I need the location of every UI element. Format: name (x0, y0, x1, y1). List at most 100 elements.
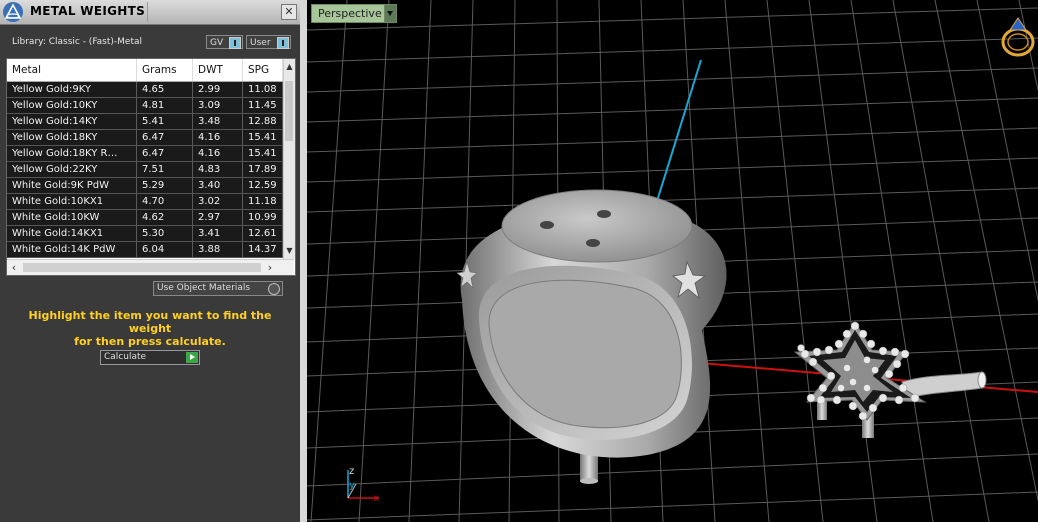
panel-title: METAL WEIGHTS (30, 4, 146, 18)
axis-label-x: x (373, 493, 379, 504)
table-cell: 4.70 (137, 194, 193, 209)
table-cell: 4.16 (193, 146, 243, 161)
table-cell: 4.62 (137, 210, 193, 225)
column-header-dwt[interactable]: DWT (193, 59, 243, 81)
table-cell: Yellow Gold:14KY (7, 114, 137, 129)
calculate-label: Calculate (104, 352, 147, 362)
scroll-left-icon[interactable]: ‹ (7, 260, 21, 275)
vertical-scroll-thumb[interactable] (285, 81, 293, 141)
column-header-grams[interactable]: Grams (137, 59, 193, 81)
table-cell: 4.81 (137, 98, 193, 113)
use-object-materials-toggle[interactable]: Use Object Materials (153, 281, 283, 296)
table-row[interactable]: White Gold:10KX1 4.70 3.02 11.18 (7, 194, 283, 210)
table-row[interactable]: White Gold:14KX1 5.30 3.41 12.61 (7, 226, 283, 242)
table-cell: 3.48 (193, 114, 243, 129)
table-cell: 6.47 (137, 146, 193, 161)
instruction-line-1: Highlight the item you want to find the … (28, 309, 272, 335)
table-cell: 12.59 (243, 178, 283, 193)
table-cell: 2.97 (193, 210, 243, 225)
panel-splitter[interactable] (300, 0, 307, 522)
ring-navigation-icon[interactable] (1001, 17, 1035, 57)
table-row[interactable]: Yellow Gold:14KY 5.41 3.48 12.88 (7, 114, 283, 130)
table-cell: 2.99 (193, 82, 243, 97)
table-cell: 3.09 (193, 98, 243, 113)
dropdown-toggle-icon[interactable] (277, 37, 289, 49)
dropdown-toggle-icon[interactable] (229, 37, 241, 49)
table-row[interactable]: Yellow Gold:10KY 4.81 3.09 11.45 (7, 98, 283, 114)
table-cell: Yellow Gold:9KY (7, 82, 137, 97)
scroll-right-icon[interactable]: › (263, 260, 277, 275)
table-cell: White Gold:14K PdW (7, 242, 137, 257)
table-row[interactable]: White Gold:14K PdW 6.04 3.88 14.37 (7, 242, 283, 258)
axis-label-z: z (349, 466, 354, 477)
column-header-metal[interactable]: Metal (7, 59, 137, 81)
table-row[interactable]: Yellow Gold:9KY 4.65 2.99 11.08 (7, 82, 283, 98)
table-cell: Yellow Gold:22KY (7, 162, 137, 177)
table-row[interactable]: White Gold:9K PdW 5.29 3.40 12.59 (7, 178, 283, 194)
column-header-spg[interactable]: SPG (243, 59, 283, 81)
use-object-materials-label: Use Object Materials (157, 283, 251, 293)
table-cell: 15.41 (243, 146, 283, 161)
horizontal-scrollbar[interactable]: ‹ › (7, 259, 294, 275)
app-logo-icon (3, 2, 23, 22)
horizontal-scroll-thumb[interactable] (23, 263, 261, 272)
table-cell: 3.02 (193, 194, 243, 209)
table-cell: White Gold:10KX1 (7, 194, 137, 209)
table-row[interactable]: Yellow Gold:18KY R… 6.47 4.16 15.41 (7, 146, 283, 162)
scroll-down-icon[interactable]: ▼ (284, 245, 295, 256)
table-cell: Yellow Gold:18KY (7, 130, 137, 145)
radio-toggle-icon[interactable] (268, 283, 280, 295)
table-cell: White Gold:9K PdW (7, 178, 137, 193)
table-cell: 4.83 (193, 162, 243, 177)
table-cell: 6.04 (137, 242, 193, 257)
gv-filter-label: GV (210, 38, 224, 48)
table-cell: 5.30 (137, 226, 193, 241)
panel-titlebar: METAL WEIGHTS ✕ (0, 0, 300, 25)
table-body: Yellow Gold:9KY 4.65 2.99 11.08 Yellow Gold:… (7, 82, 283, 258)
table-cell: 15.41 (243, 130, 283, 145)
viewport-scene[interactable]: z y x (307, 0, 1038, 522)
close-button[interactable]: ✕ (281, 4, 297, 20)
3d-viewport[interactable]: z y x Perspective (307, 0, 1038, 522)
play-icon[interactable] (186, 352, 198, 363)
table-cell: 4.65 (137, 82, 193, 97)
metal-table: Metal Grams DWT SPG Yellow Gold:9KY 4.65 2… (6, 58, 296, 276)
table-cell: White Gold:14KX1 (7, 226, 137, 241)
instruction-text: Highlight the item you want to find the … (10, 309, 290, 348)
table-cell: 5.29 (137, 178, 193, 193)
calculate-button[interactable]: Calculate (100, 350, 200, 365)
library-label: Library: Classic - (Fast)-Metal (12, 37, 143, 47)
table-cell: 10.99 (243, 210, 283, 225)
table-cell: Yellow Gold:18KY R… (7, 146, 137, 161)
table-cell: 5.41 (137, 114, 193, 129)
table-cell: 4.16 (193, 130, 243, 145)
table-cell: 12.88 (243, 114, 283, 129)
user-filter-label: User (250, 38, 271, 48)
table-row[interactable]: Yellow Gold:22KY 7.51 4.83 17.89 (7, 162, 283, 178)
table-cell: 7.51 (137, 162, 193, 177)
table-row[interactable]: White Gold:10KW 4.62 2.97 10.99 (7, 210, 283, 226)
vertical-scrollbar[interactable]: ▲ ▼ (283, 59, 295, 259)
table-header: Metal Grams DWT SPG (7, 59, 283, 82)
table-cell: 6.47 (137, 130, 193, 145)
axis-label-y: y (349, 480, 355, 491)
table-cell: 11.08 (243, 82, 283, 97)
table-row[interactable]: Yellow Gold:18KY 6.47 4.16 15.41 (7, 130, 283, 146)
table-cell: White Gold:10KW (7, 210, 137, 225)
gv-filter-dropdown[interactable]: GV (206, 35, 243, 49)
table-cell: 14.37 (243, 242, 283, 257)
table-cell: 11.18 (243, 194, 283, 209)
metal-weights-panel: METAL WEIGHTS ✕ Library: Classic - (Fast… (0, 0, 300, 522)
chevron-down-icon[interactable] (384, 4, 397, 23)
table-cell: 17.89 (243, 162, 283, 177)
table-cell: 12.61 (243, 226, 283, 241)
table-cell: 11.45 (243, 98, 283, 113)
table-cell: 3.88 (193, 242, 243, 257)
table-cell: 3.40 (193, 178, 243, 193)
scroll-up-icon[interactable]: ▲ (284, 61, 295, 72)
table-cell: 3.41 (193, 226, 243, 241)
star-pendant-model[interactable] (793, 321, 987, 438)
titlebar-divider (147, 2, 148, 22)
view-mode-dropdown[interactable]: Perspective (311, 4, 389, 23)
user-filter-dropdown[interactable]: User (246, 35, 291, 49)
